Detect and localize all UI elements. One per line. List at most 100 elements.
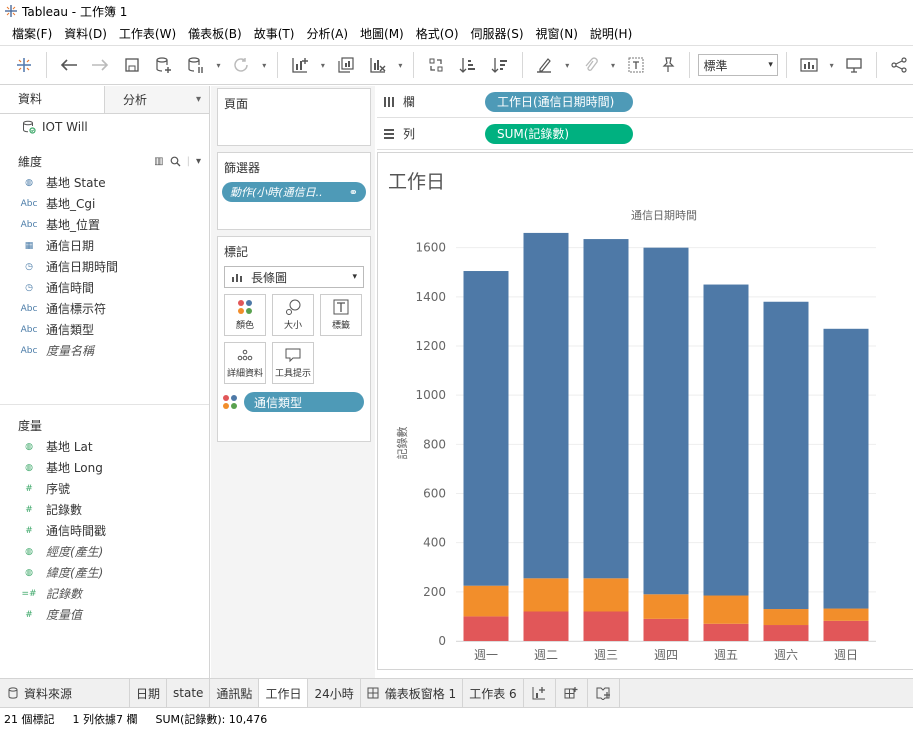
field-dimension-location[interactable]: Abc 基地_位置 [0, 214, 209, 235]
pages-card[interactable]: 頁面 [217, 88, 371, 146]
fix-axes-pin-icon[interactable] [654, 51, 682, 79]
save-icon[interactable] [118, 51, 146, 79]
columns-shelf[interactable]: 欄 工作日(通信日期時間) [377, 86, 913, 118]
rows-pill[interactable]: SUM(記錄數) [485, 123, 633, 144]
bar-segment[interactable] [823, 328, 869, 609]
bar-segment[interactable] [523, 611, 569, 642]
chevron-down-icon[interactable]: ▾ [196, 94, 201, 105]
field-measure-record-count-generated[interactable]: =# 記錄數 [0, 583, 209, 604]
datasource-item[interactable]: IOT Will [0, 114, 209, 140]
field-measure-latitude-generated[interactable]: ◍ 緯度(產生) [0, 562, 209, 583]
menu-window[interactable]: 視窗(N) [530, 25, 584, 42]
new-worksheet-icon[interactable] [286, 51, 314, 79]
tab-data[interactable]: 資料 [0, 86, 104, 113]
tableau-home-icon[interactable] [10, 51, 38, 79]
menu-worksheet[interactable]: 工作表(W) [113, 25, 182, 42]
menu-data[interactable]: 資料(D) [58, 25, 113, 42]
tab-sheet-state[interactable]: state [167, 679, 211, 707]
menu-map[interactable]: 地圖(M) [354, 25, 410, 42]
sort-descending-icon[interactable] [486, 51, 514, 79]
bar-segment[interactable] [583, 578, 629, 612]
bar-segment[interactable] [823, 620, 869, 641]
field-measure-values[interactable]: # 度量值 [0, 604, 209, 625]
bar-segment[interactable] [523, 232, 569, 579]
filters-card[interactable]: 篩選器 動作(小時(通信日.. ⚭ [217, 152, 371, 230]
group-paperclip-icon[interactable] [576, 51, 604, 79]
tooltip-button[interactable]: 工具提示 [272, 342, 314, 384]
field-measure-serial[interactable]: # 序號 [0, 478, 209, 499]
bar-segment[interactable] [463, 585, 509, 617]
tab-datasource[interactable]: 資料來源 [0, 679, 130, 707]
mark-type-select[interactable]: 長條圖 ▾ [224, 266, 364, 288]
field-measure-timestamp[interactable]: # 通信時間戳 [0, 520, 209, 541]
field-dimension-identifier[interactable]: Abc 通信標示符 [0, 298, 209, 319]
field-dimension-datetime[interactable]: ◷ 通信日期時間 [0, 256, 209, 277]
color-mark-pill[interactable]: 通信類型 [244, 392, 364, 412]
bar-segment[interactable] [583, 239, 629, 579]
tab-sheet-6[interactable]: 工作表 6 [463, 679, 524, 707]
tab-dashboard-1[interactable]: 儀表板窗格 1 [361, 679, 464, 707]
bar-segment[interactable] [463, 271, 509, 586]
bar-segment[interactable] [523, 578, 569, 612]
redo-icon[interactable] [87, 51, 115, 79]
chevron-down-icon[interactable]: ▾ [318, 51, 328, 79]
field-dimension-measure-names[interactable]: Abc 度量名稱 [0, 340, 209, 361]
highlight-icon[interactable] [531, 51, 559, 79]
tab-sheet-comm-point[interactable]: 通訊點 [210, 679, 260, 707]
bar-segment[interactable] [763, 625, 809, 641]
presentation-mode-icon[interactable] [841, 51, 869, 79]
field-measure-record-count[interactable]: # 記錄數 [0, 499, 209, 520]
bar-segment[interactable] [823, 608, 869, 621]
new-worksheet-tab-button[interactable] [524, 679, 556, 707]
bar-segment[interactable] [583, 611, 629, 642]
field-dimension-state[interactable]: ◍ 基地 State [0, 172, 209, 193]
view-list-icon[interactable]: ▥ [154, 156, 163, 167]
chevron-down-icon[interactable]: ▾ [196, 156, 201, 167]
field-dimension-cgi[interactable]: Abc 基地_Cgi [0, 193, 209, 214]
chevron-down-icon[interactable]: ▾ [214, 51, 224, 79]
tab-analytics[interactable]: 分析 ▾ [104, 86, 209, 113]
bar-segment[interactable] [643, 618, 689, 641]
tab-sheet-date[interactable]: 日期 [130, 679, 168, 707]
menu-dashboard[interactable]: 儀表板(B) [182, 25, 248, 42]
fit-select[interactable]: 標準 ▾ [698, 54, 778, 76]
field-measure-longitude-generated[interactable]: ◍ 經度(產生) [0, 541, 209, 562]
bar-segment[interactable] [643, 594, 689, 619]
menu-help[interactable]: 說明(H) [584, 25, 638, 42]
menu-analysis[interactable]: 分析(A) [300, 25, 354, 42]
show-me-icon[interactable] [795, 51, 823, 79]
clear-sheet-icon[interactable] [364, 51, 392, 79]
color-button[interactable]: 顏色 [224, 294, 266, 336]
bar-segment[interactable] [703, 623, 749, 641]
menu-format[interactable]: 格式(O) [410, 25, 465, 42]
new-dashboard-tab-button[interactable] [556, 679, 588, 707]
menu-file[interactable]: 檔案(F) [6, 25, 58, 42]
chevron-down-icon[interactable]: ▾ [608, 51, 618, 79]
menu-server[interactable]: 伺服器(S) [465, 25, 530, 42]
bar-segment[interactable] [703, 284, 749, 596]
field-measure-long[interactable]: ◍ 基地 Long [0, 457, 209, 478]
undo-icon[interactable] [55, 51, 83, 79]
chevron-down-icon[interactable]: ▾ [259, 51, 269, 79]
show-labels-icon[interactable] [622, 51, 650, 79]
tab-sheet-24h[interactable]: 24小時 [308, 679, 361, 707]
bar-segment[interactable] [463, 616, 509, 641]
field-dimension-type[interactable]: Abc 通信類型 [0, 319, 209, 340]
field-measure-lat[interactable]: ◍ 基地 Lat [0, 436, 209, 457]
chevron-down-icon[interactable]: ▾ [827, 51, 837, 79]
chevron-down-icon[interactable]: ▾ [562, 51, 572, 79]
rows-shelf[interactable]: 列 SUM(記錄數) [377, 118, 913, 150]
size-button[interactable]: 大小 [272, 294, 314, 336]
field-dimension-time[interactable]: ◷ 通信時間 [0, 277, 209, 298]
label-button[interactable]: 標籤 [320, 294, 362, 336]
pause-updates-icon[interactable] [182, 51, 210, 79]
detail-button[interactable]: 詳細資料 [224, 342, 266, 384]
refresh-icon[interactable] [228, 51, 256, 79]
tab-sheet-weekday[interactable]: 工作日 [259, 679, 309, 707]
duplicate-sheet-icon[interactable] [332, 51, 360, 79]
bar-segment[interactable] [643, 247, 689, 595]
search-icon[interactable] [170, 156, 181, 167]
bar-chart[interactable]: 通信日期時間 記錄數 0 200 400 600 800 1000 1200 1400 1600… [378, 153, 913, 669]
new-story-tab-button[interactable] [588, 679, 620, 707]
menu-story[interactable]: 故事(T) [248, 25, 301, 42]
